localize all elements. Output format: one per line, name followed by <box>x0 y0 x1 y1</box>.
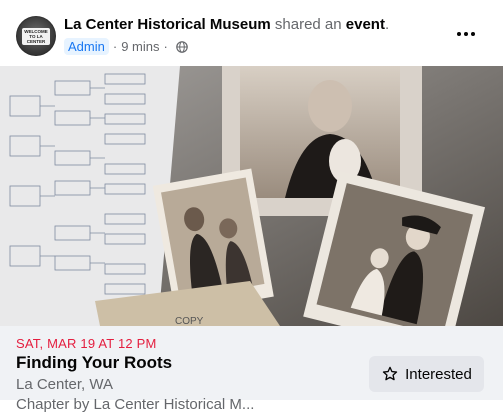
meta-separator: · <box>112 39 118 54</box>
post-time-link[interactable]: 9 mins <box>121 39 159 54</box>
more-dot <box>471 32 475 36</box>
interested-button[interactable]: Interested <box>369 356 484 392</box>
post-meta: Admin · 9 mins · <box>64 38 188 55</box>
action-text: shared an <box>274 16 342 33</box>
globe-icon <box>176 40 188 53</box>
event-location: La Center, WA <box>16 376 113 393</box>
vintage-photos-illustration: COPY <box>0 66 503 326</box>
more-dot <box>464 32 468 36</box>
family-tree-chart <box>0 66 180 326</box>
more-horizontal-icon <box>457 32 461 36</box>
meta-separator-2: · <box>163 39 168 54</box>
page-name-link[interactable]: La Center Historical Museum <box>64 16 271 33</box>
event-cover-photo[interactable]: COPY <box>0 66 503 326</box>
event-card[interactable]: SAT, MAR 19 AT 12 PM Finding Your Roots … <box>0 326 503 413</box>
avatar-sign: WELCOME TO LA CENTER <box>22 28 50 45</box>
action-punct: . <box>384 16 390 33</box>
event-title[interactable]: Finding Your Roots <box>16 353 172 373</box>
event-date: SAT, MAR 19 AT 12 PM <box>16 336 157 351</box>
event-link[interactable]: event <box>346 16 385 33</box>
post-attribution: La Center Historical Museum shared an ev… <box>64 16 389 33</box>
admin-badge: Admin <box>64 38 109 55</box>
post-header: WELCOME TO LA CENTER La Center Historica… <box>0 0 503 66</box>
event-host-partial: Chapter by La Center Historical M... <box>16 396 255 413</box>
copy-stamp: COPY <box>175 316 204 326</box>
more-options-button[interactable] <box>450 22 482 46</box>
star-icon <box>382 366 398 381</box>
interested-label: Interested <box>405 365 472 383</box>
page-avatar[interactable]: WELCOME TO LA CENTER <box>16 16 56 56</box>
